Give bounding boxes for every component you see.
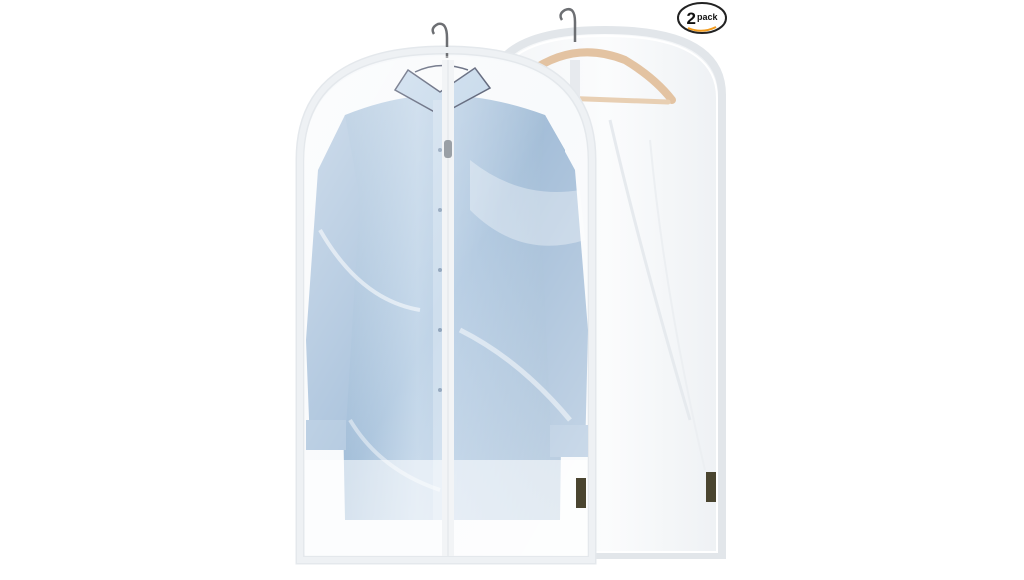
garment-bags-illustration bbox=[295, 2, 727, 565]
front-garment-bag bbox=[295, 22, 597, 565]
product-photo: 2 pack bbox=[0, 0, 1024, 575]
pack-word: pack bbox=[696, 12, 718, 22]
pack-badge: 2 pack bbox=[676, 2, 728, 36]
zipper-pull bbox=[444, 140, 452, 158]
brand-tag-back bbox=[706, 472, 716, 502]
pack-count: 2 bbox=[686, 9, 696, 28]
brand-tag-front bbox=[576, 478, 586, 508]
